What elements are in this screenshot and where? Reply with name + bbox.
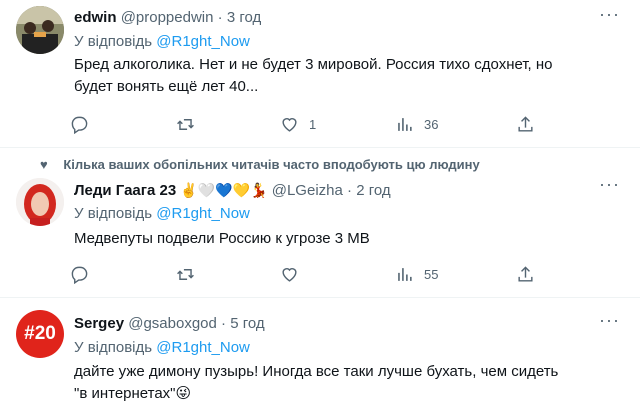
reply-icon (71, 266, 88, 284)
mention-link[interactable]: @R1ght_Now (156, 205, 250, 222)
tweet-text-line: Бред алкоголика. Нет и не будет 3 мирово… (74, 56, 553, 73)
display-name[interactable]: Sergey (74, 315, 124, 332)
tweet-text: Медвепуты подвели Россию к угрозе 3 МВ (74, 228, 624, 250)
mention-link[interactable]: @R1ght_Now (156, 339, 250, 356)
user-handle[interactable]: @proppedwin (121, 9, 214, 26)
tweet-text: дайте уже димону пузырь! Иногда все таки… (74, 361, 624, 405)
timestamp[interactable]: 5 год (230, 315, 264, 332)
views-button[interactable]: 36 (395, 112, 438, 136)
retweet-icon (177, 268, 194, 280)
tweet-text-line: Медвепуты подвели Россию к угрозе 3 МВ (74, 230, 370, 247)
tweet-3[interactable]: #20 Sergey @gsaboxgod · 5 год ··· У відп… (0, 298, 640, 416)
share-button[interactable] (516, 262, 535, 286)
reply-icon (71, 116, 88, 134)
tweet-header: Sergey @gsaboxgod · 5 год (74, 314, 265, 334)
heart-icon (282, 117, 297, 132)
tweet-text-line: будет вонять ещё лет 40... (74, 78, 259, 95)
user-handle[interactable]: @gsaboxgod (128, 315, 217, 332)
user-handle[interactable]: @LGeizha (272, 182, 343, 199)
display-name[interactable]: edwin (74, 9, 117, 26)
action-bar: 1 36 (70, 112, 540, 136)
more-dots-icon[interactable]: ··· (599, 4, 620, 25)
more-dots-icon[interactable]: ··· (599, 174, 620, 195)
tweet-text-line: дайте уже димону пузырь! Иногда все таки… (74, 363, 559, 380)
replying-to: У відповідь @R1ght_Now (74, 32, 250, 52)
replying-to: У відповідь @R1ght_Now (74, 204, 250, 224)
views-bar-icon (398, 267, 412, 281)
share-icon (518, 115, 533, 132)
tweet-2[interactable]: ♥ Кілька ваших обопільних читачів часто … (0, 148, 640, 298)
timestamp[interactable]: 2 год (356, 182, 390, 199)
social-context-text: Кілька ваших обопільних читачів часто вп… (63, 157, 480, 172)
timestamp[interactable]: 3 год (227, 9, 261, 26)
heart-icon: ♥ (40, 157, 48, 172)
tweet-header: edwin @proppedwin · 3 год (74, 8, 261, 28)
reply-button[interactable] (70, 262, 89, 286)
action-bar: 55 (70, 262, 540, 286)
tweet-header: Леди Гаага 23 ✌️🤍💙💛💃 @LGeizha · 2 год (74, 180, 391, 201)
avatar[interactable]: #20 (16, 310, 64, 358)
social-context: ♥ Кілька ваших обопільних читачів часто … (40, 157, 480, 173)
separator-dot: · (217, 9, 223, 26)
like-button[interactable]: 1 (280, 112, 316, 136)
view-count: 55 (424, 266, 439, 282)
avatar[interactable] (16, 178, 64, 226)
replying-label: У відповідь (74, 205, 153, 222)
separator-dot: · (221, 315, 227, 332)
avatar-text: #20 (24, 323, 56, 344)
avatar-image (16, 6, 64, 54)
tweet-1[interactable]: edwin @proppedwin · 3 год ··· У відповід… (0, 0, 640, 148)
share-icon (518, 265, 533, 282)
tweet-text: Бред алкоголика. Нет и не будет 3 мирово… (74, 54, 624, 98)
more-dots-icon[interactable]: ··· (599, 310, 620, 331)
like-button[interactable] (280, 262, 299, 286)
view-count: 36 (424, 116, 439, 132)
heart-icon (282, 267, 297, 282)
like-count: 1 (309, 116, 317, 132)
share-button[interactable] (516, 112, 535, 136)
views-bar-icon (398, 117, 412, 131)
replying-label: У відповідь (74, 33, 153, 50)
reply-button[interactable] (70, 112, 89, 136)
retweet-icon (177, 118, 194, 130)
name-emojis: ✌️🤍💙💛💃 (180, 182, 268, 198)
display-name[interactable]: Леди Гаага 23 (74, 182, 176, 199)
replying-label: У відповідь (74, 339, 153, 356)
mention-link[interactable]: @R1ght_Now (156, 33, 250, 50)
avatar-image (16, 178, 64, 226)
views-button[interactable]: 55 (395, 262, 438, 286)
retweet-button[interactable] (176, 112, 195, 136)
avatar[interactable] (16, 6, 64, 54)
tweet-text-line: "в интернетах"😜 (74, 385, 192, 402)
separator-dot: · (347, 182, 353, 199)
replying-to: У відповідь @R1ght_Now (74, 338, 250, 358)
retweet-button[interactable] (176, 262, 195, 286)
